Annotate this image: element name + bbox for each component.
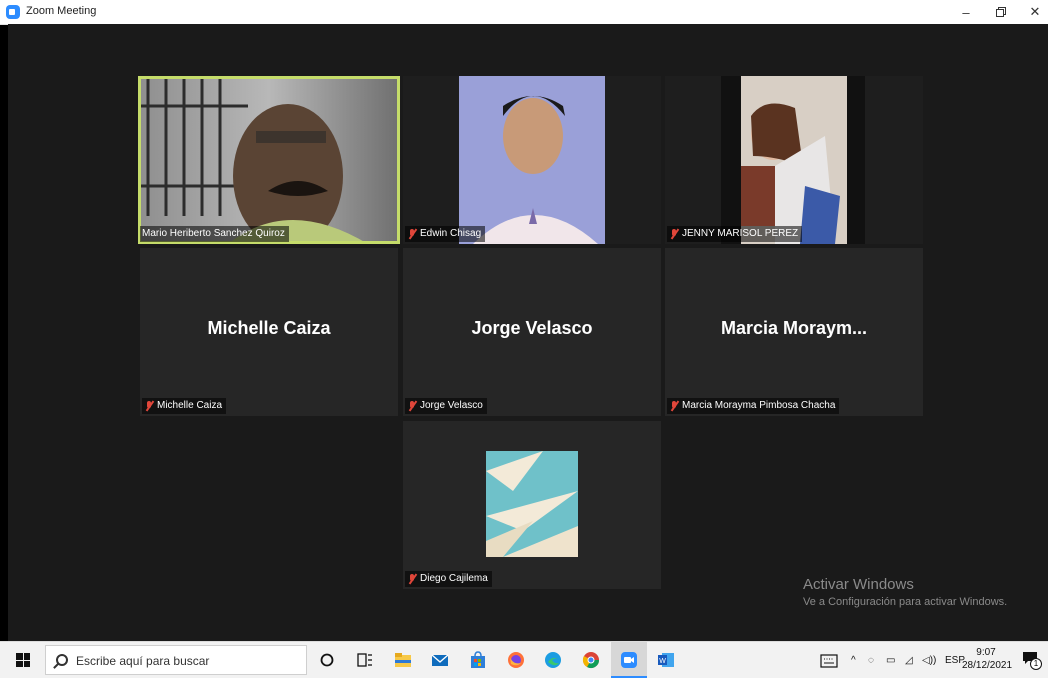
participant-video bbox=[403, 76, 661, 244]
volume-icon[interactable]: ◁)) bbox=[922, 655, 936, 666]
participant-tile-edwin[interactable]: Edwin Chisag bbox=[403, 76, 661, 244]
taskbar-clock[interactable]: 9:07 28/12/2021 bbox=[962, 646, 1013, 672]
muted-mic-icon bbox=[407, 400, 417, 412]
window-title-bar: Zoom Meeting – ✕ bbox=[0, 0, 1048, 25]
participant-name-tag: Edwin Chisag bbox=[405, 226, 486, 242]
participant-name: Marcia Morayma Pimbosa Chacha bbox=[682, 400, 836, 411]
search-icon bbox=[56, 654, 68, 666]
battery-icon[interactable]: ▭ bbox=[886, 655, 895, 666]
chrome-icon[interactable] bbox=[582, 651, 600, 669]
participant-tile-jorge[interactable]: Jorge Velasco Jorge Velasco bbox=[403, 248, 661, 416]
taskbar-search-box[interactable]: Escribe aquí para buscar bbox=[45, 645, 307, 675]
participant-name-tag: Marcia Morayma Pimbosa Chacha bbox=[667, 398, 840, 414]
zoom-icon bbox=[621, 652, 637, 668]
participant-tile-mario[interactable]: Mario Heriberto Sanchez Quiroz bbox=[138, 76, 400, 244]
cortana-icon[interactable] bbox=[318, 651, 336, 669]
participant-display-name: Michelle Caiza bbox=[207, 318, 331, 338]
muted-mic-icon bbox=[407, 228, 417, 240]
participant-tile-michelle[interactable]: Michelle Caiza Michelle Caiza bbox=[140, 248, 398, 416]
participant-video bbox=[138, 76, 400, 244]
edge-icon[interactable] bbox=[544, 651, 562, 669]
participant-name: JENNY MARISOL PEREZ bbox=[682, 228, 799, 239]
participant-name-tag: Jorge Velasco bbox=[405, 398, 487, 414]
wifi-icon[interactable]: ◿ bbox=[905, 655, 913, 666]
participant-name-tag: JENNY MARISOL PEREZ bbox=[667, 226, 803, 242]
watermark-subtitle: Ve a Configuración para activar Windows. bbox=[803, 596, 1008, 608]
muted-mic-icon bbox=[669, 228, 679, 240]
participant-display-name: Jorge Velasco bbox=[471, 318, 593, 338]
task-view-icon[interactable] bbox=[356, 651, 374, 669]
window-title: Zoom Meeting bbox=[26, 5, 97, 17]
participant-name-tag: Diego Cajilema bbox=[405, 571, 492, 587]
participant-name: Mario Heriberto Sanchez Quiroz bbox=[142, 228, 285, 239]
activate-windows-watermark: Activar Windows Ve a Configuración para … bbox=[803, 576, 1007, 608]
windows-start-icon[interactable] bbox=[16, 653, 30, 667]
participant-tile-jenny[interactable]: JENNY MARISOL PEREZ bbox=[665, 76, 923, 244]
show-hidden-icons-chevron[interactable]: ^ bbox=[851, 655, 856, 666]
participant-name: Edwin Chisag bbox=[420, 228, 482, 239]
participant-tile-diego[interactable]: Diego Cajilema bbox=[403, 421, 661, 589]
muted-mic-icon bbox=[407, 573, 417, 585]
clock-time: 9:07 bbox=[976, 647, 996, 658]
clock-date: 28/12/2021 bbox=[962, 660, 1013, 671]
firefox-icon[interactable] bbox=[507, 651, 525, 669]
restore-button[interactable] bbox=[984, 2, 1018, 22]
participant-name-tag: Mario Heriberto Sanchez Quiroz bbox=[140, 226, 289, 242]
watermark-title: Activar Windows bbox=[803, 576, 914, 593]
zoom-taskbar-button[interactable] bbox=[611, 642, 647, 678]
touch-keyboard-icon[interactable] bbox=[820, 652, 838, 670]
word-icon[interactable]: W bbox=[657, 651, 675, 669]
search-placeholder: Escribe aquí para buscar bbox=[76, 654, 210, 668]
participant-video bbox=[665, 76, 923, 244]
file-explorer-icon[interactable] bbox=[394, 651, 412, 669]
muted-mic-icon bbox=[669, 400, 679, 412]
notification-count-badge: 1 bbox=[1030, 658, 1042, 670]
gallery-view: Mario Heriberto Sanchez Quiroz Edwin Chi… bbox=[8, 24, 1048, 641]
onedrive-icon[interactable]: ◌ bbox=[868, 655, 874, 666]
participant-name-tag: Michelle Caiza bbox=[142, 398, 227, 414]
notification-center-button[interactable]: 1 bbox=[1022, 650, 1042, 670]
minimize-button[interactable]: – bbox=[949, 2, 983, 22]
svg-text:W: W bbox=[659, 658, 666, 665]
muted-mic-icon bbox=[144, 400, 154, 412]
mail-icon[interactable] bbox=[431, 651, 449, 669]
participant-tile-marcia[interactable]: Marcia Moraym... Marcia Morayma Pimbosa … bbox=[665, 248, 923, 416]
store-icon[interactable] bbox=[469, 651, 487, 669]
participant-name: Jorge Velasco bbox=[420, 400, 483, 411]
participant-name: Diego Cajilema bbox=[420, 573, 488, 584]
participant-name: Michelle Caiza bbox=[157, 400, 223, 411]
restore-icon bbox=[996, 7, 1006, 17]
windows-taskbar: Escribe aquí para buscar W ^ ◌ ▭ ◿ ◁)) E… bbox=[0, 641, 1048, 678]
participant-display-name: Marcia Moraym... bbox=[720, 318, 868, 338]
close-button[interactable]: ✕ bbox=[1018, 2, 1048, 22]
participant-video bbox=[403, 421, 661, 589]
zoom-app-icon bbox=[6, 5, 20, 19]
